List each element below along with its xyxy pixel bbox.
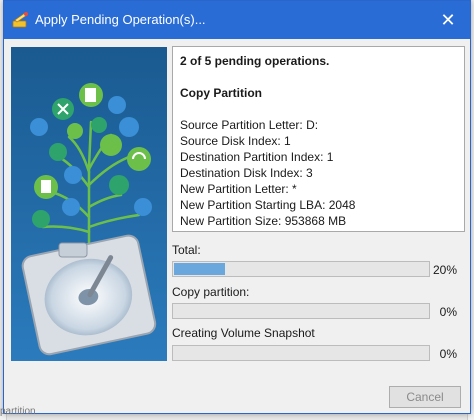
- total-progress-fill: [174, 263, 225, 275]
- detail-line: Source Partition Letter: D:: [180, 118, 319, 132]
- snapshot-progress-bar: [172, 345, 430, 361]
- apply-wand-icon: [12, 12, 28, 28]
- detail-line: New Partition Letter: *: [180, 182, 297, 196]
- background-app-text: partition: [0, 406, 36, 417]
- cancel-button[interactable]: Cancel: [389, 386, 461, 408]
- total-progress-label: Total:: [172, 243, 201, 257]
- total-progress-bar: [172, 261, 430, 277]
- apply-pending-operations-dialog: Apply Pending Operation(s)... ✕ 2 of 5 p…: [3, 0, 471, 414]
- total-progress-percent: 20%: [432, 263, 457, 277]
- detail-line: Destination Disk Index: 3: [180, 166, 313, 180]
- detail-line: Source Disk Index: 1: [180, 134, 291, 148]
- detail-line: Destination Partition Index: 1: [180, 150, 334, 164]
- operation-name: Copy Partition: [180, 86, 263, 100]
- close-button[interactable]: ✕: [426, 1, 470, 39]
- snapshot-progress-percent: 0%: [439, 347, 457, 361]
- snapshot-progress-label: Creating Volume Snapshot: [172, 326, 315, 340]
- disk-tree-illustration: [11, 47, 167, 361]
- detail-line: New Partition Size: 953868 MB: [180, 214, 347, 228]
- window-title: Apply Pending Operation(s)...: [35, 12, 206, 27]
- close-icon: ✕: [440, 10, 456, 30]
- copy-partition-progress-percent: 0%: [439, 305, 457, 319]
- copy-partition-progress-bar: [172, 303, 430, 319]
- detail-line: New Partition Starting LBA: 2048: [180, 198, 356, 212]
- operation-details-box: 2 of 5 pending operations. Copy Partitio…: [172, 46, 465, 232]
- copy-partition-progress-label: Copy partition:: [172, 285, 250, 299]
- operations-status: 2 of 5 pending operations.: [180, 54, 330, 68]
- titlebar: Apply Pending Operation(s)... ✕: [4, 1, 470, 39]
